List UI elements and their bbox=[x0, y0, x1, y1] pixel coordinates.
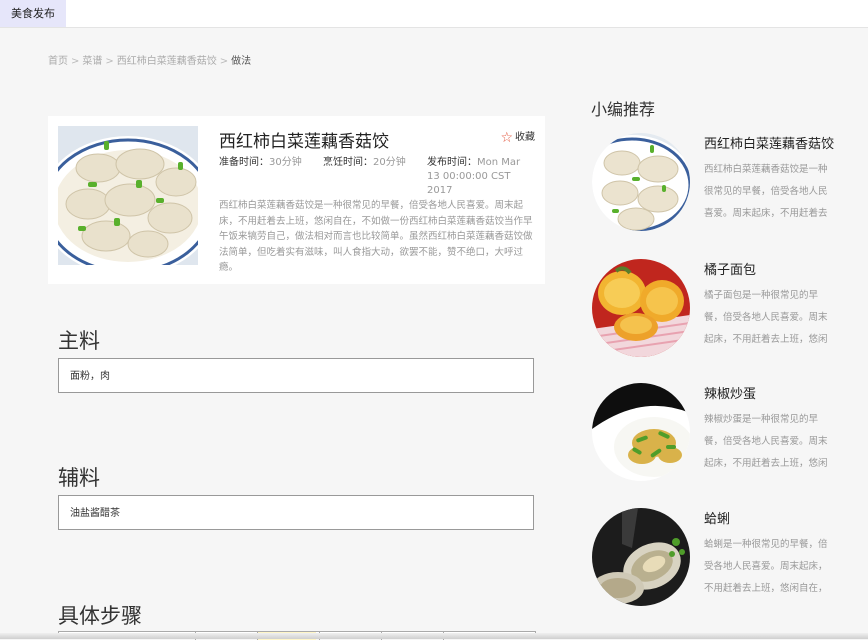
recommend-description: 辣椒炒蛋是一种很常见的早餐，倍受各地人民喜爱。周末起床，不用赶着去上班，悠闲 bbox=[704, 414, 828, 469]
recommend-description: 蛤蜊是一种很常见的早餐，倍受各地人民喜爱。周末起床，不用赶着去上班，悠闲自在， bbox=[704, 539, 828, 594]
prep-time: 准备时间：30分钟 bbox=[219, 156, 302, 170]
favorite-label: 收藏 bbox=[515, 132, 535, 143]
favorite-button[interactable]: ☆ 收藏 bbox=[500, 128, 535, 146]
breadcrumb-current: 做法 bbox=[231, 56, 252, 67]
recommend-description: 西红柿白菜莲藕香菇饺是一种很常见的早餐，倍受各地人民喜爱。周末起床，不用赶着去 bbox=[704, 164, 828, 219]
breadcrumb-separator: > bbox=[219, 56, 229, 67]
star-icon: ☆ bbox=[500, 130, 513, 146]
side-ingredients-title: 辅料 bbox=[58, 466, 100, 490]
top-bar: 美食发布 bbox=[0, 0, 868, 28]
recipe-description: 西红柿白菜莲藕香菇饺是一种很常见的早餐，倍受各地人民喜爱。周末起床，不用赶着去上… bbox=[219, 200, 533, 273]
breadcrumb-separator: > bbox=[105, 56, 114, 67]
recommend-description: 橘子面包是一种很常见的早餐，倍受各地人民喜爱。周末起床，不用赶着去上班，悠闲 bbox=[704, 290, 828, 345]
bottom-shadow bbox=[0, 633, 868, 639]
recipe-card: 西红柿白菜莲藕香菇饺 ☆ 收藏 准备时间：30分钟 烹饪时间：20分钟 发布时间：… bbox=[48, 116, 545, 284]
cook-time-value: 20分钟 bbox=[373, 157, 406, 168]
recommend-title: 西红柿白菜莲藕香菇饺 bbox=[704, 137, 835, 152]
cook-time-label: 烹饪时间： bbox=[323, 157, 373, 168]
breadcrumb-recipes[interactable]: 菜谱 bbox=[82, 56, 102, 67]
breadcrumb-separator: > bbox=[71, 56, 80, 67]
recommend-title: 辣椒炒蛋 bbox=[704, 387, 757, 402]
recommend-title: 橘子面包 bbox=[704, 263, 757, 278]
recommend-photo-dumplings bbox=[592, 133, 690, 231]
prep-time-value: 30分钟 bbox=[269, 157, 302, 168]
recommend-item[interactable]: 辣椒炒蛋 辣椒炒蛋是一种很常见的早餐，倍受各地人民喜爱。周末起床，不用赶着去上班… bbox=[592, 383, 862, 483]
side-ingredients-box: 油盐酱醋茶 bbox=[58, 495, 534, 530]
recommend-photo-orange-bread bbox=[592, 259, 690, 357]
recommend-item[interactable]: 西红柿白菜莲藕香菇饺 西红柿白菜莲藕香菇饺是一种很常见的早餐，倍受各地人民喜爱。… bbox=[592, 133, 862, 233]
recommend-item[interactable]: 橘子面包 橘子面包是一种很常见的早餐，倍受各地人民喜爱。周末起床，不用赶着去上班… bbox=[592, 259, 862, 359]
recipe-title: 西红柿白菜莲藕香菇饺 bbox=[219, 132, 389, 152]
sidebar-title: 小编推荐 bbox=[591, 100, 656, 119]
steps-title: 具体步骤 bbox=[58, 604, 142, 628]
tab-food-publish[interactable]: 美食发布 bbox=[0, 0, 66, 27]
recipe-photo bbox=[58, 126, 198, 265]
recommend-title: 蛤蜊 bbox=[704, 512, 731, 527]
recommend-item[interactable]: 蛤蜊 蛤蜊是一种很常见的早餐，倍受各地人民喜爱。周末起床，不用赶着去上班，悠闲自… bbox=[592, 508, 862, 608]
breadcrumb: 首页 > 菜谱 > 西红柿白菜莲藕香菇饺 > 做法 bbox=[48, 52, 251, 67]
publish-time-label: 发布时间： bbox=[427, 157, 477, 168]
breadcrumb-dish[interactable]: 西红柿白菜莲藕香菇饺 bbox=[117, 56, 217, 67]
cook-time: 烹饪时间：20分钟 bbox=[323, 156, 406, 170]
prep-time-label: 准备时间： bbox=[219, 157, 269, 168]
recommend-photo-clam bbox=[592, 508, 690, 606]
main-ingredients-box: 面粉，肉 bbox=[58, 358, 534, 393]
recommend-photo-pepper-egg bbox=[592, 383, 690, 481]
publish-time: 发布时间：Mon Mar 13 00:00:00 CST 2017 bbox=[427, 156, 527, 198]
breadcrumb-home[interactable]: 首页 bbox=[48, 56, 68, 67]
main-ingredients-title: 主料 bbox=[58, 329, 100, 353]
